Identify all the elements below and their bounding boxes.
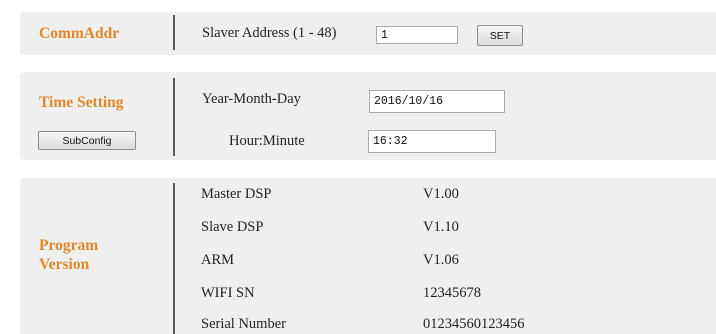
time-setting-title: Time Setting xyxy=(39,94,124,111)
set-button[interactable]: SET xyxy=(477,25,523,46)
slave-address-input[interactable] xyxy=(376,26,458,44)
time-label: Hour:Minute xyxy=(229,133,305,149)
comm-addr-divider xyxy=(173,15,175,50)
program-version-divider xyxy=(173,183,175,334)
date-label: Year-Month-Day xyxy=(202,91,301,107)
program-version-title-line2: Version xyxy=(39,256,90,273)
time-input[interactable] xyxy=(368,130,496,153)
program-version-panel: Program Version Master DSP V1.00 Slave D… xyxy=(20,178,716,334)
version-row-label: Slave DSP xyxy=(201,219,264,235)
time-setting-panel: Time Setting SubConfig Year-Month-Day Ho… xyxy=(20,72,716,160)
comm-addr-title: CommAddr xyxy=(39,25,120,42)
comm-addr-panel: CommAddr Slaver Address (1 - 48) SET xyxy=(20,12,716,55)
version-row-label: Serial Number xyxy=(201,316,286,332)
version-row-value: V1.00 xyxy=(423,186,459,202)
subconfig-button[interactable]: SubConfig xyxy=(38,131,136,150)
slave-address-label: Slaver Address (1 - 48) xyxy=(202,25,337,41)
version-row-value: 12345678 xyxy=(423,285,481,301)
version-row-value: 01234560123456 xyxy=(423,316,525,332)
version-row-value: V1.10 xyxy=(423,219,459,235)
version-row-label: Master DSP xyxy=(201,186,272,202)
time-setting-divider xyxy=(173,78,175,156)
version-row-label: WIFI SN xyxy=(201,285,255,301)
program-version-title-line1: Program xyxy=(39,237,99,254)
version-row-value: V1.06 xyxy=(423,252,459,268)
date-input[interactable] xyxy=(369,90,505,113)
version-row-label: ARM xyxy=(201,252,235,268)
program-version-title: Program Version xyxy=(39,236,98,274)
